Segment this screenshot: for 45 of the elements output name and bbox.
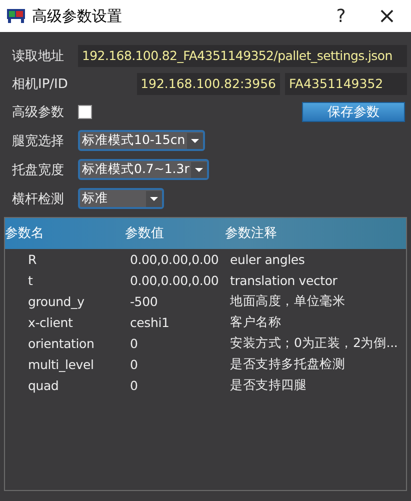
column-header[interactable]: 参数注释: [225, 218, 406, 249]
field-label: 读取地址: [12, 48, 65, 65]
table-cell-text: 是否支持四腿: [229, 377, 308, 394]
table-cell-text: 客户名称: [229, 314, 282, 331]
caret-icon: [191, 162, 208, 178]
save-button[interactable]: 保存参数: [302, 102, 405, 122]
window-title: 高级参数设置: [32, 6, 123, 26]
field-label: 腿宽选择: [12, 132, 65, 150]
table-cell-text: translation vector: [229, 273, 338, 288]
table-cell-text: quad: [27, 378, 60, 393]
ip-field[interactable]: 192.168.100.82:3956: [136, 73, 280, 95]
table-cell-text: 0.00,0.00,0.00: [129, 252, 220, 267]
table-cell-text: euler angles: [229, 252, 306, 267]
table-cell-text: 地面高度，单位毫米: [229, 293, 346, 310]
caret-icon: [187, 132, 204, 148]
table-cell-text: x-client: [27, 315, 74, 330]
table-cell-text: orientation: [27, 336, 96, 351]
caret-icon: [146, 190, 162, 206]
table-cell-text: R: [27, 252, 38, 267]
table-cell-text: ceshi1: [129, 315, 170, 330]
dropdown[interactable]: 标准模式10-15cn: [78, 130, 206, 151]
dropdown[interactable]: 标准: [78, 188, 164, 209]
field-label: 相机IP/ID: [12, 76, 69, 93]
table-cell-text: 安装方式；0为正装，2为倒...: [229, 335, 399, 352]
column-header[interactable]: 参数值: [125, 218, 225, 249]
table-cell-text: 0: [129, 378, 139, 393]
address-field[interactable]: 192.168.100.82_FA4351149352/pallet_settings.json: [78, 45, 407, 67]
table-cell-text: 是否支持多托盘检测: [229, 356, 346, 373]
table-cell-text: -500: [129, 294, 159, 309]
field-label: 横杆检测: [12, 190, 65, 208]
help-button[interactable]: ?: [329, 6, 353, 26]
table-cell-text: t: [27, 273, 34, 288]
id-field[interactable]: FA4351149352: [285, 73, 407, 95]
checkbox[interactable]: [78, 105, 92, 119]
table-cell-text: multi_level: [27, 357, 95, 372]
checkbox-label: 高级参数: [12, 104, 65, 121]
app-icon: [6, 8, 26, 24]
dropdown[interactable]: 标准模式0.7~1.3r: [78, 159, 210, 180]
close-button[interactable]: ×: [375, 4, 399, 28]
table-cell-text: ground_y: [27, 294, 86, 309]
field-label: 托盘宽度: [12, 162, 65, 178]
column-header[interactable]: 参数名: [5, 218, 125, 249]
table-cell-text: 0.00,0.00,0.00: [129, 273, 220, 288]
table-cell-text: 0: [129, 336, 139, 351]
table-cell-text: 0: [129, 357, 139, 372]
